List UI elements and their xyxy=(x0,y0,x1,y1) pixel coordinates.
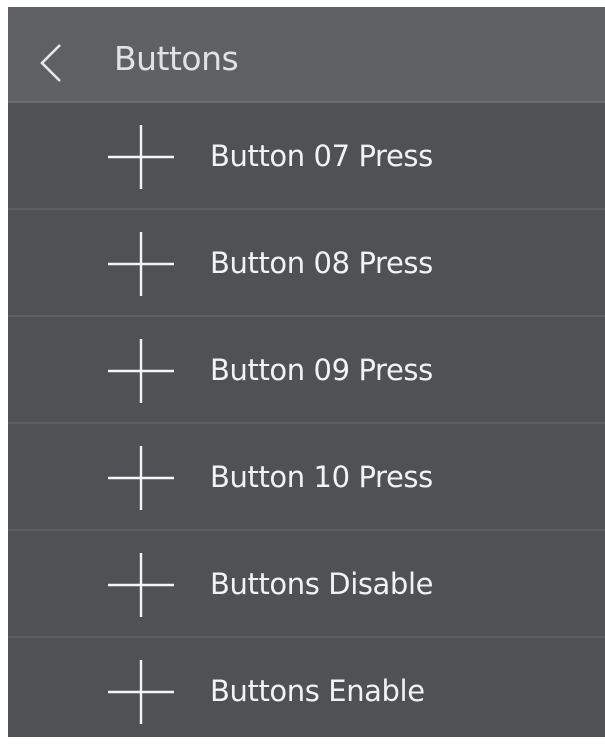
list-item-label: Button 09 Press xyxy=(210,353,433,387)
button-action-list: Button 07 Press Button 08 Press Button 0… xyxy=(8,103,605,737)
list-item-buttons-disable[interactable]: Buttons Disable xyxy=(8,531,605,638)
list-item-label: Button 10 Press xyxy=(210,460,433,494)
chevron-left-icon[interactable] xyxy=(36,43,68,83)
plus-icon xyxy=(108,446,174,510)
list-item-buttons-enable[interactable]: Buttons Enable xyxy=(8,638,605,737)
list-item-button-08-press[interactable]: Button 08 Press xyxy=(8,210,605,317)
list-item-label: Buttons Disable xyxy=(210,567,434,601)
list-item-label: Button 08 Press xyxy=(210,246,433,280)
plus-icon xyxy=(108,125,174,189)
page-title: Buttons xyxy=(114,39,239,78)
plus-icon xyxy=(108,660,174,724)
list-item-button-10-press[interactable]: Button 10 Press xyxy=(8,424,605,531)
list-item-label: Button 07 Press xyxy=(210,139,433,173)
plus-icon xyxy=(108,232,174,296)
list-item-button-07-press[interactable]: Button 07 Press xyxy=(8,103,605,210)
list-item-label: Buttons Enable xyxy=(210,674,425,708)
list-item-button-09-press[interactable]: Button 09 Press xyxy=(8,317,605,424)
buttons-screen: Buttons Button 07 Press Button 08 Press … xyxy=(8,7,605,737)
plus-icon xyxy=(108,339,174,403)
header-bar: Buttons xyxy=(8,7,605,103)
plus-icon xyxy=(108,553,174,617)
